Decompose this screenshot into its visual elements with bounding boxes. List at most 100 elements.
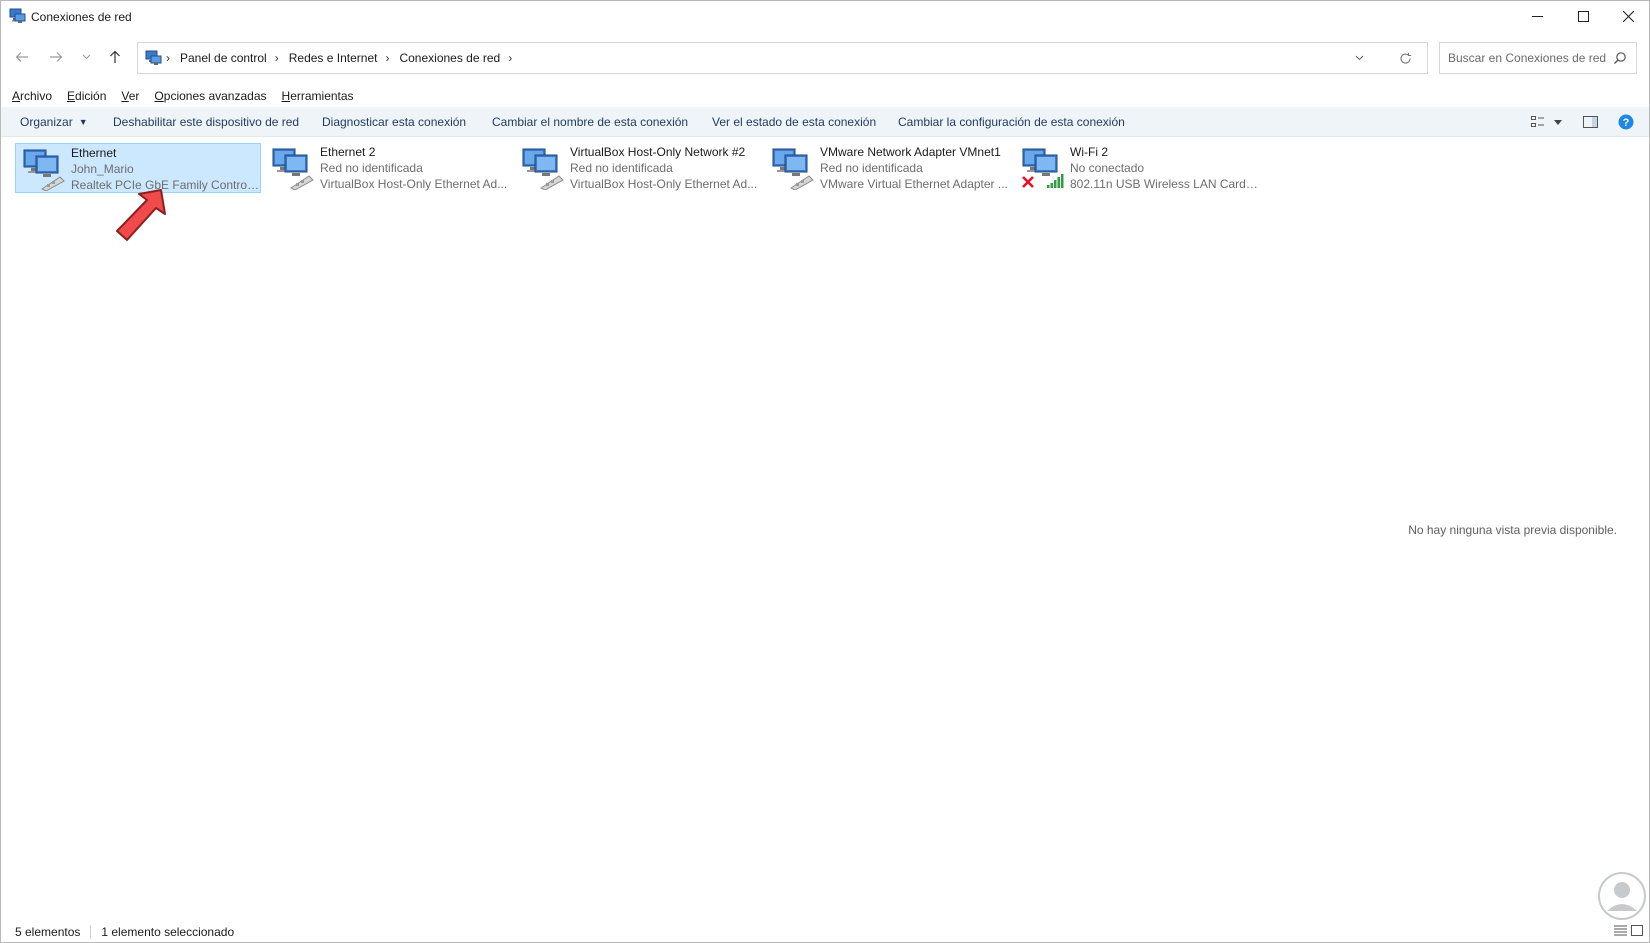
preview-pane-icon [1583, 116, 1598, 128]
svg-text:?: ? [1623, 117, 1630, 129]
network-connections-icon [145, 50, 162, 65]
close-icon [1622, 10, 1634, 22]
connection-name: Wi-Fi 2 [1070, 145, 1108, 159]
disable-device-button[interactable]: Deshabilitar este dispositivo de red [113, 107, 299, 137]
minimize-icon [1531, 15, 1543, 17]
change-settings-button[interactable]: Cambiar la configuración de esta conexió… [898, 107, 1125, 137]
menu-edicion[interactable]: Edición [67, 89, 106, 103]
rename-button[interactable]: Cambiar el nombre de esta conexión [492, 107, 688, 137]
minimize-button[interactable] [1514, 1, 1560, 31]
search-box[interactable] [1439, 42, 1637, 74]
details-view-icon[interactable] [1614, 925, 1627, 936]
connection-text: Ethernet 2 Red no identificada VirtualBo… [320, 145, 510, 192]
chevron-down-icon [1355, 55, 1363, 61]
connection-network: No conectado [1070, 161, 1145, 175]
signal-bars-icon [1047, 174, 1064, 188]
connection-item-ethernet[interactable]: Ethernet John_Mario Realtek PCIe GbE Fam… [15, 143, 261, 193]
help-button[interactable]: ? [1618, 114, 1634, 130]
search-icon[interactable] [1613, 51, 1627, 65]
connections-list: Ethernet John_Mario Realtek PCIe GbE Fam… [1, 138, 1649, 916]
connection-item-ethernet-2[interactable]: Ethernet 2 Red no identificada VirtualBo… [265, 143, 511, 193]
red-x-icon [1022, 176, 1034, 188]
network-adapter-icon [272, 148, 314, 190]
maximize-button[interactable] [1560, 1, 1606, 31]
connection-name: Ethernet [71, 146, 117, 160]
network-adapter-icon [772, 148, 814, 190]
arrow-left-icon [15, 52, 28, 62]
breadcrumb: › Panel de control › Redes e Internet › … [166, 43, 522, 73]
connection-item-virtualbox-host-only-network-2[interactable]: VirtualBox Host-Only Network #2 Red no i… [515, 143, 761, 193]
address-history-button[interactable] [1351, 50, 1367, 66]
title-bar: Conexiones de red [1, 1, 1649, 31]
view-status-button[interactable]: Ver el estado de esta conexión [712, 107, 876, 137]
up-button[interactable] [103, 45, 127, 69]
change-view-button[interactable] [1531, 114, 1545, 130]
chevron-right-icon[interactable]: › [508, 51, 512, 65]
arrow-up-icon [110, 50, 120, 63]
maximize-icon [1577, 10, 1589, 22]
status-view-switcher [1614, 925, 1643, 936]
connection-text: VMware Network Adapter VMnet1 Red no ide… [820, 145, 1010, 192]
view-details-icon [1531, 116, 1544, 127]
status-bar: 5 elementos 1 elemento seleccionado [1, 921, 1649, 943]
chevron-right-icon[interactable]: › [275, 51, 279, 65]
network-adapter-icon [522, 148, 564, 190]
address-bar[interactable]: › Panel de control › Redes e Internet › … [137, 42, 1428, 74]
back-button[interactable] [10, 45, 34, 69]
item-count: 5 elementos [15, 925, 81, 939]
refresh-icon [1399, 52, 1411, 64]
connection-text: Wi-Fi 2 No conectado 802.11n USB Wireles… [1070, 145, 1260, 192]
search-input[interactable] [1448, 50, 1608, 66]
preview-empty-message: No hay ninguna vista previa disponible. [1408, 523, 1617, 537]
connection-network: John_Mario [71, 162, 134, 176]
connection-text: VirtualBox Host-Only Network #2 Red no i… [570, 145, 760, 192]
connection-item-vmware-network-adapter-vmnet1[interactable]: VMware Network Adapter VMnet1 Red no ide… [765, 143, 1011, 193]
connection-network: Red no identificada [570, 161, 673, 175]
network-connections-icon [9, 8, 26, 23]
chevron-right-icon[interactable]: › [166, 51, 170, 65]
network-adapter-icon [23, 149, 65, 191]
caret-down-icon: ▼ [78, 117, 88, 127]
window-title: Conexiones de red [31, 10, 132, 24]
recent-locations-button[interactable] [74, 45, 98, 69]
menu-bar: Archivo Edición Ver Opciones avanzadas H… [1, 86, 369, 106]
diagnose-button[interactable]: Diagnosticar esta conexión [322, 107, 466, 137]
chevron-right-icon[interactable]: › [385, 51, 389, 65]
breadcrumb-item-conexiones-de-red[interactable]: Conexiones de red [399, 51, 500, 65]
preview-pane-button[interactable] [1583, 114, 1598, 130]
connection-text: Ethernet John_Mario Realtek PCIe GbE Fam… [71, 146, 261, 193]
help-icon: ? [1618, 114, 1634, 130]
refresh-button[interactable] [1397, 50, 1413, 66]
forward-button[interactable] [44, 45, 68, 69]
arrow-right-icon [50, 52, 63, 62]
organize-button[interactable]: Organizar ▼ [20, 107, 88, 137]
organize-label: Organizar [20, 115, 73, 129]
connection-name: VirtualBox Host-Only Network #2 [570, 145, 746, 159]
connection-name: Ethernet 2 [320, 145, 376, 159]
breadcrumb-item-panel-de-control[interactable]: Panel de control [180, 51, 267, 65]
network-connections-window: Conexiones de red › Panel de control › R… [0, 0, 1650, 943]
navigation-bar: › Panel de control › Redes e Internet › … [1, 39, 1649, 75]
status-divider [90, 925, 92, 939]
chevron-down-icon [82, 54, 90, 60]
annotation-arrow-icon [116, 189, 166, 241]
connection-adapter: VirtualBox Host-Only Ethernet Ad... [570, 177, 758, 191]
close-button[interactable] [1605, 1, 1650, 31]
command-bar: Organizar ▼ Deshabilitar este dispositiv… [1, 107, 1649, 137]
connection-item-wi-fi-2[interactable]: Wi-Fi 2 No conectado 802.11n USB Wireles… [1015, 143, 1261, 193]
connection-network: Red no identificada [320, 161, 423, 175]
menu-opciones-avanzadas[interactable]: Opciones avanzadas [154, 89, 266, 103]
view-options-dropdown[interactable] [1554, 114, 1562, 130]
menu-ver[interactable]: Ver [121, 89, 139, 103]
menu-herramientas[interactable]: Herramientas [282, 89, 354, 103]
wireless-adapter-icon [1022, 148, 1064, 188]
large-icons-view-icon[interactable] [1631, 925, 1643, 936]
breadcrumb-item-redes-e-internet[interactable]: Redes e Internet [289, 51, 378, 65]
site-logo-watermark [1598, 872, 1646, 920]
connection-adapter: VirtualBox Host-Only Ethernet Ad... [320, 177, 508, 191]
selection-count: 1 elemento seleccionado [101, 925, 235, 939]
connection-adapter: VMware Virtual Ethernet Adapter ... [820, 177, 1008, 191]
menu-archivo[interactable]: Archivo [12, 89, 52, 103]
caret-down-icon [1554, 119, 1562, 125]
connection-network: Red no identificada [820, 161, 923, 175]
